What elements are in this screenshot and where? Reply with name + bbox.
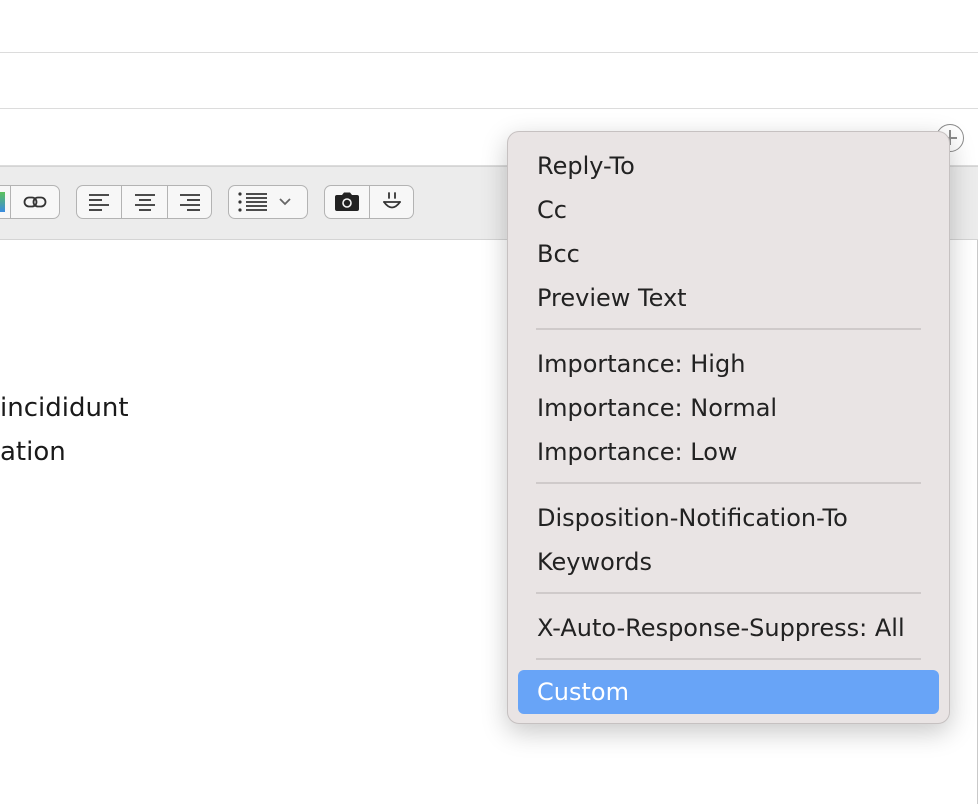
chevron-down-icon bbox=[279, 198, 291, 206]
menu-item-cc[interactable]: Cc bbox=[518, 188, 939, 232]
list-style-dropdown[interactable] bbox=[229, 186, 307, 218]
to-field[interactable] bbox=[0, 0, 978, 53]
menu-item-importance-normal[interactable]: Importance: Normal bbox=[518, 386, 939, 430]
alignment-group bbox=[76, 185, 212, 219]
align-right-button[interactable] bbox=[168, 186, 211, 218]
menu-item-reply-to[interactable]: Reply-To bbox=[518, 144, 939, 188]
align-left-icon bbox=[89, 194, 109, 211]
menu-item-importance-high[interactable]: Importance: High bbox=[518, 342, 939, 386]
align-center-icon bbox=[134, 194, 155, 211]
menu-separator bbox=[536, 592, 921, 594]
header-fields-menu: Reply-To Cc Bcc Preview Text Importance:… bbox=[507, 131, 950, 724]
insert-group bbox=[324, 185, 414, 219]
smiley-icon bbox=[382, 192, 401, 209]
message-body-line[interactable]: ation bbox=[0, 437, 66, 467]
menu-item-importance-low[interactable]: Importance: Low bbox=[518, 430, 939, 474]
link-button[interactable] bbox=[11, 186, 59, 218]
color-swatch-button[interactable] bbox=[0, 186, 11, 218]
menu-separator bbox=[536, 328, 921, 330]
menu-item-bcc[interactable]: Bcc bbox=[518, 232, 939, 276]
menu-separator bbox=[536, 658, 921, 660]
emoji-button[interactable] bbox=[370, 186, 413, 218]
menu-item-x-auto-response-suppress[interactable]: X-Auto-Response-Suppress: All bbox=[518, 606, 939, 650]
link-group bbox=[0, 185, 60, 219]
bulleted-list-icon bbox=[238, 192, 267, 212]
camera-icon bbox=[335, 192, 359, 211]
cc-field[interactable] bbox=[0, 53, 978, 109]
align-left-button[interactable] bbox=[77, 186, 122, 218]
mail-compose-window: incididunt ation Reply-To Cc Bcc Preview… bbox=[0, 0, 980, 804]
list-group bbox=[228, 185, 308, 219]
align-center-button[interactable] bbox=[122, 186, 168, 218]
align-right-icon bbox=[179, 194, 200, 211]
color-swatch-icon bbox=[0, 192, 5, 212]
link-icon bbox=[23, 196, 47, 208]
menu-item-keywords[interactable]: Keywords bbox=[518, 540, 939, 584]
menu-separator bbox=[536, 482, 921, 484]
menu-item-preview-text[interactable]: Preview Text bbox=[518, 276, 939, 320]
menu-item-custom[interactable]: Custom bbox=[518, 670, 939, 714]
menu-item-disposition-notification-to[interactable]: Disposition-Notification-To bbox=[518, 496, 939, 540]
message-body-line[interactable]: incididunt bbox=[0, 393, 129, 423]
insert-photo-button[interactable] bbox=[325, 186, 370, 218]
